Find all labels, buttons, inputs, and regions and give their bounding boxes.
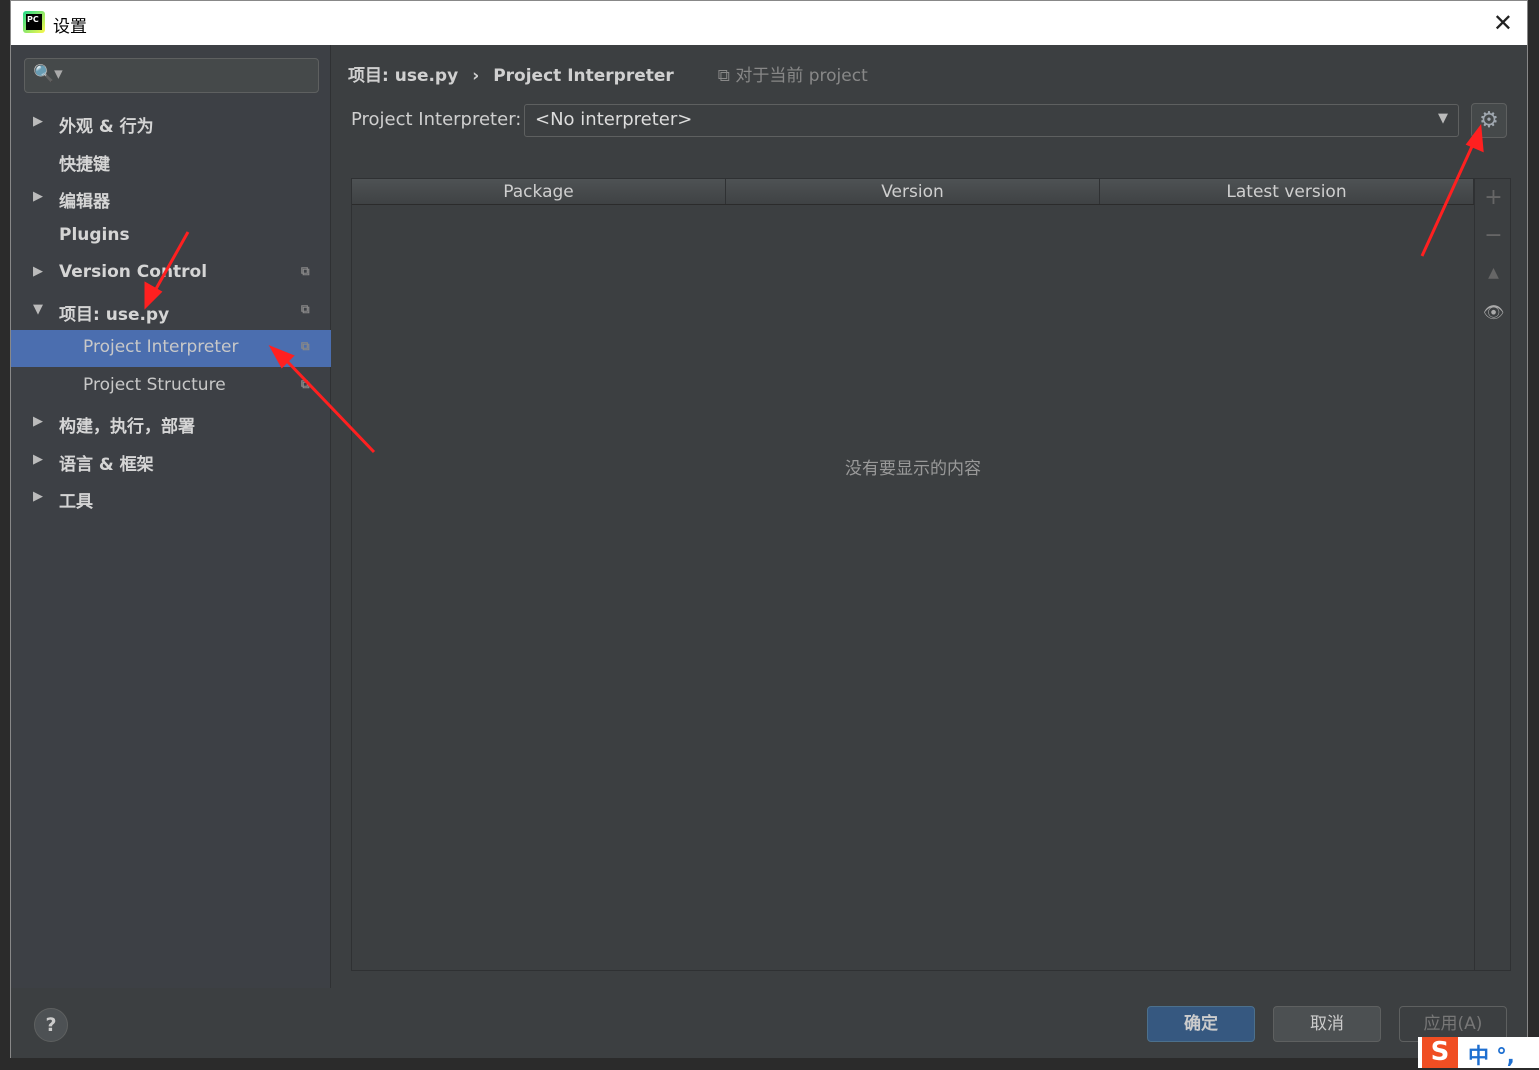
ime-status: 中 °, bbox=[1468, 1044, 1515, 1068]
collapse-arrow-icon: ▼ bbox=[33, 302, 43, 317]
sidebar-item-editor[interactable]: ▶ 编辑器 bbox=[11, 180, 331, 217]
breadcrumb-project[interactable]: 项目: use.py bbox=[348, 66, 458, 86]
expand-arrow-icon: ▶ bbox=[33, 452, 43, 467]
expand-arrow-icon: ▶ bbox=[33, 264, 43, 279]
sidebar-item-label: 编辑器 bbox=[59, 192, 110, 212]
add-icon[interactable]: + bbox=[1475, 185, 1512, 210]
interpreter-label: Project Interpreter: bbox=[351, 109, 522, 130]
sidebar: 🔍▾ ▶ 外观 & 行为 快捷键 ▶ 编辑器 Plugins ▶ Version Co… bbox=[11, 45, 331, 988]
sidebar-item-label: 快捷键 bbox=[59, 155, 110, 175]
expand-arrow-icon: ▶ bbox=[33, 114, 43, 129]
copy-icon: ⧉ bbox=[301, 339, 310, 353]
search-input[interactable]: 🔍▾ bbox=[24, 58, 319, 93]
search-icon: 🔍▾ bbox=[33, 64, 63, 84]
sidebar-item-languages[interactable]: ▶ 语言 & 框架 bbox=[11, 443, 331, 480]
sidebar-item-label: Project Interpreter bbox=[83, 337, 239, 357]
chevron-down-icon: ▼ bbox=[1438, 111, 1448, 126]
dialog-title: 设置 bbox=[53, 17, 87, 37]
sidebar-item-label: 外观 & 行为 bbox=[59, 117, 154, 137]
sidebar-item-label: 语言 & 框架 bbox=[59, 455, 154, 475]
sidebar-item-version-control[interactable]: ▶ Version Control ⧉ bbox=[11, 255, 331, 292]
sidebar-item-project-structure[interactable]: Project Structure ⧉ bbox=[11, 368, 331, 405]
eye-icon[interactable]: 👁 bbox=[1475, 303, 1512, 323]
sidebar-item-label: 构建，执行，部署 bbox=[59, 417, 195, 437]
breadcrumb-separator: › bbox=[472, 66, 480, 86]
copy-icon: ⧉ bbox=[301, 302, 310, 316]
expand-arrow-icon: ▶ bbox=[33, 414, 43, 429]
column-package[interactable]: Package bbox=[352, 179, 726, 204]
sidebar-item-keymap[interactable]: 快捷键 bbox=[11, 143, 331, 180]
ime-toolbar[interactable]: S 中 °, bbox=[1418, 1037, 1539, 1068]
column-version[interactable]: Version bbox=[726, 179, 1100, 204]
sidebar-item-label: 工具 bbox=[59, 492, 93, 512]
ok-button[interactable]: 确定 bbox=[1147, 1006, 1255, 1042]
interpreter-value: <No interpreter> bbox=[535, 109, 693, 130]
remove-icon[interactable]: − bbox=[1475, 223, 1512, 248]
table-toolbar: + − ▲ 👁 bbox=[1474, 179, 1511, 970]
expand-arrow-icon: ▶ bbox=[33, 189, 43, 204]
sidebar-item-label: Version Control bbox=[59, 262, 208, 282]
sogou-logo-icon: S bbox=[1422, 1037, 1458, 1068]
sidebar-item-project[interactable]: ▼ 项目: use.py ⧉ bbox=[11, 293, 331, 330]
packages-table: Package Version Latest version 没有要显示的内容 … bbox=[351, 178, 1511, 971]
sidebar-item-tools[interactable]: ▶ 工具 bbox=[11, 480, 331, 517]
breadcrumb: 项目: use.py › Project Interpreter ⧉ 对于当前 pro… bbox=[348, 61, 882, 86]
title-bar: PC 设置 ✕ bbox=[11, 1, 1527, 45]
scope-note: ⧉ 对于当前 project bbox=[717, 66, 868, 86]
cancel-button[interactable]: 取消 bbox=[1273, 1006, 1381, 1042]
gear-icon[interactable]: ⚙ bbox=[1471, 103, 1507, 138]
logo-text: PC bbox=[26, 14, 42, 30]
upgrade-icon[interactable]: ▲ bbox=[1475, 265, 1512, 281]
main-panel: 项目: use.py › Project Interpreter ⧉ 对于当前 pro… bbox=[332, 45, 1527, 988]
sidebar-item-label: Project Structure bbox=[83, 375, 226, 395]
copy-icon: ⧉ bbox=[301, 264, 310, 278]
sidebar-item-label: Plugins bbox=[59, 225, 130, 245]
copy-icon: ⧉ bbox=[301, 377, 310, 391]
sidebar-item-project-interpreter[interactable]: Project Interpreter ⧉ bbox=[11, 330, 331, 367]
sidebar-item-build[interactable]: ▶ 构建，执行，部署 bbox=[11, 405, 331, 442]
empty-message: 没有要显示的内容 bbox=[845, 459, 981, 479]
sidebar-item-appearance[interactable]: ▶ 外观 & 行为 bbox=[11, 105, 331, 142]
sidebar-item-label: 项目: use.py bbox=[59, 305, 170, 325]
dialog-footer: ? 确定 取消 应用(A) bbox=[11, 988, 1527, 1058]
settings-dialog: PC 设置 ✕ 🔍▾ ▶ 外观 & 行为 快捷键 ▶ 编辑器 Plugins ▶ Ve… bbox=[10, 0, 1528, 1058]
breadcrumb-page: Project Interpreter bbox=[493, 66, 674, 86]
close-icon[interactable]: ✕ bbox=[1493, 9, 1513, 37]
sidebar-item-plugins[interactable]: Plugins bbox=[11, 218, 331, 255]
column-latest-version[interactable]: Latest version bbox=[1100, 179, 1474, 204]
interpreter-select[interactable]: <No interpreter> ▼ bbox=[524, 104, 1459, 137]
pycharm-logo-icon: PC bbox=[23, 11, 45, 33]
help-icon[interactable]: ? bbox=[34, 1008, 68, 1042]
table-header: Package Version Latest version bbox=[352, 179, 1474, 205]
expand-arrow-icon: ▶ bbox=[33, 489, 43, 504]
